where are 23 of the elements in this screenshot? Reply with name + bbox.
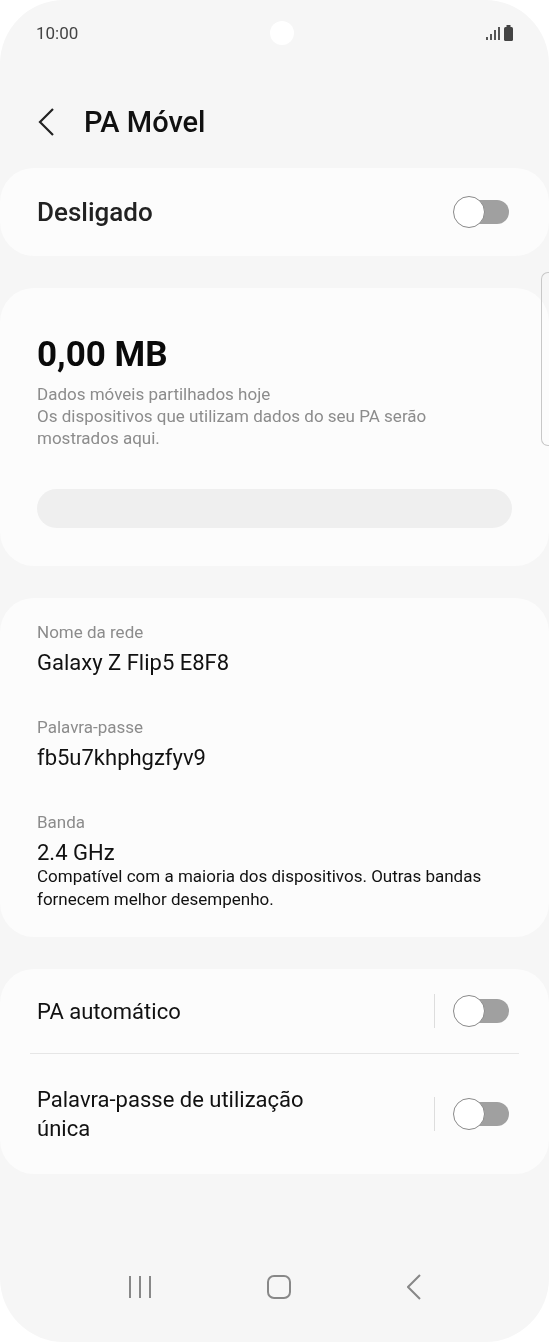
signal-icon	[486, 26, 500, 40]
hotspot-status: Desligado	[37, 197, 153, 227]
usage-description: Dados móveis partilhados hoje	[37, 383, 272, 405]
setting-label: Banda	[37, 812, 87, 832]
toggle-switch[interactable]	[453, 196, 509, 228]
page-title: PA Móvel	[84, 105, 206, 139]
setting-label: Palavra-passe	[37, 717, 145, 737]
setting-value[interactable]: Galaxy Z Flip5 E8F8	[37, 650, 489, 675]
setting-label: Nome da rede	[37, 622, 145, 642]
data-amount: 0,00 MB	[37, 334, 169, 375]
home-icon[interactable]	[267, 1275, 292, 1299]
setting-value[interactable]: fb5u7khphgzfyv9	[37, 745, 489, 770]
toggle-switch[interactable]	[453, 995, 509, 1027]
setting-value[interactable]: 2.4 GHz	[37, 840, 489, 865]
back-icon[interactable]	[38, 108, 54, 136]
toggle-switch[interactable]	[453, 1098, 509, 1130]
option-label[interactable]: PA automático	[37, 996, 181, 1026]
usage-note: Os dispositivos que utilizam dados do seu PA serão mostrados aqui.	[37, 405, 428, 449]
setting-note: Compatível com a maioria dos dispositivos. Outras bandas fornecem melhor desempenho.	[37, 865, 483, 911]
option-label[interactable]: Palavra-passe de utilização única	[37, 1085, 357, 1143]
recents-icon[interactable]	[127, 1275, 152, 1299]
status-time: 10:00	[36, 23, 79, 43]
battery-icon	[504, 25, 513, 41]
